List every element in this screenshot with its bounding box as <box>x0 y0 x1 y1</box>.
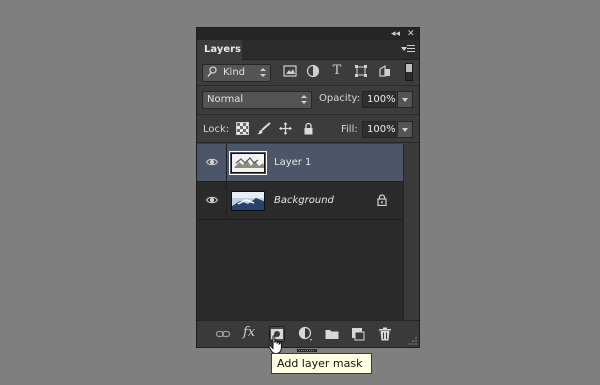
fill-input[interactable]: 100% <box>362 121 396 138</box>
new-group-icon[interactable] <box>324 326 340 342</box>
opacity-label: Opacity: <box>319 93 361 104</box>
lock-all-icon[interactable] <box>303 122 316 135</box>
hand-cursor-icon <box>268 335 284 355</box>
layers-panel: ◂◂ ✕ Layers Kind T Normal Opacity: 100% … <box>196 27 420 352</box>
link-layers-icon[interactable] <box>215 326 231 342</box>
resize-grip-icon[interactable] <box>409 337 417 345</box>
new-layer-icon[interactable] <box>350 326 366 342</box>
smart-object-filter-icon[interactable] <box>378 64 392 78</box>
filter-toggle-switch[interactable] <box>405 63 413 81</box>
blend-row: Normal Opacity: 100% <box>197 86 419 115</box>
scroll-grip-icon <box>297 344 317 352</box>
filter-kind-dropdown[interactable]: Kind <box>202 64 271 82</box>
panel-footer: fx <box>197 320 419 352</box>
lock-label: Lock: <box>203 124 230 135</box>
lock-row: Lock: Fill: 100% <box>197 115 419 143</box>
shape-filter-icon[interactable] <box>354 64 368 78</box>
tab-layers[interactable]: Layers <box>197 40 242 60</box>
tab-bar: Layers <box>197 40 419 60</box>
image-filter-icon[interactable] <box>283 64 297 78</box>
fill-dropdown-button[interactable] <box>397 121 413 138</box>
lock-transparency-icon[interactable] <box>236 122 249 135</box>
adjustment-filter-icon[interactable] <box>306 64 320 78</box>
collapse-icon[interactable]: ◂◂ <box>391 28 400 40</box>
layer-row-layer-1[interactable]: Layer 1 <box>197 144 403 182</box>
background-thumbnail <box>231 191 265 211</box>
eye-icon[interactable] <box>205 195 219 205</box>
layer-lock-icon <box>377 194 387 207</box>
layer-row-background[interactable]: Background <box>197 182 403 220</box>
fx-icon[interactable]: fx <box>243 326 259 342</box>
new-fill-adjustment-icon[interactable] <box>298 326 314 342</box>
eye-icon[interactable] <box>205 157 219 167</box>
filter-row: Kind T <box>197 61 419 86</box>
opacity-dropdown-button[interactable] <box>397 91 413 108</box>
opacity-input[interactable]: 100% <box>362 91 396 108</box>
search-icon <box>207 66 217 78</box>
lock-position-icon[interactable] <box>279 122 292 135</box>
panel-titlebar: ◂◂ ✕ <box>197 28 419 40</box>
layer-1-thumbnail <box>229 151 267 175</box>
type-filter-icon[interactable]: T <box>330 64 344 78</box>
lock-pixels-icon[interactable] <box>256 122 271 135</box>
fill-label: Fill: <box>341 124 358 135</box>
visibility-column <box>197 182 227 219</box>
layer-name: Layer 1 <box>274 157 312 168</box>
filter-kind-label: Kind <box>223 67 246 78</box>
blend-mode-dropdown[interactable]: Normal <box>202 91 312 109</box>
layers-scrollbar[interactable] <box>403 144 419 320</box>
visibility-column <box>197 144 227 181</box>
layer-name: Background <box>274 195 334 206</box>
panel-menu-icon[interactable] <box>401 44 415 54</box>
close-icon[interactable]: ✕ <box>407 28 415 40</box>
delete-icon[interactable] <box>377 326 393 342</box>
tooltip: Add layer mask <box>271 353 372 374</box>
blend-mode-value: Normal <box>207 94 244 105</box>
layers-list: Layer 1 Background <box>197 144 403 320</box>
